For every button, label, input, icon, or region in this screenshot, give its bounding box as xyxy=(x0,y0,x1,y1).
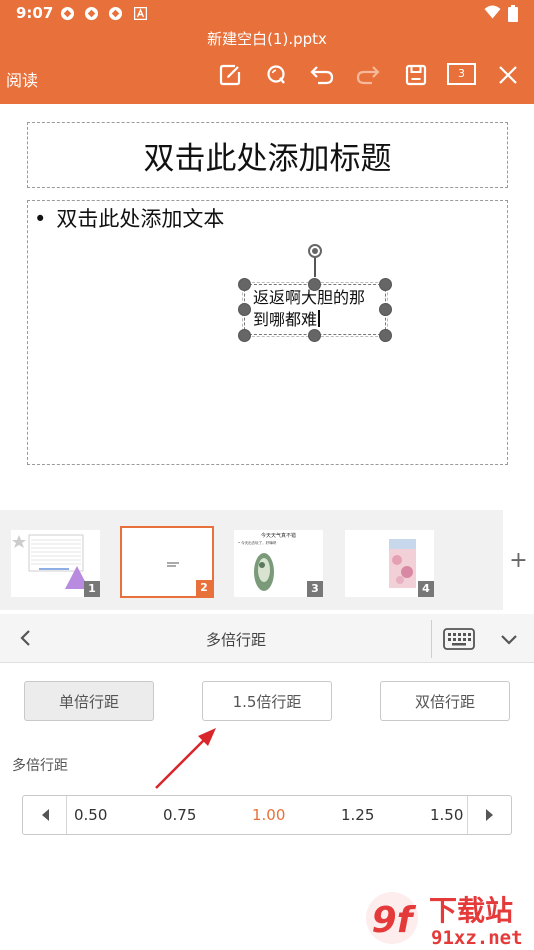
single-spacing-button[interactable]: 单倍行距 xyxy=(24,681,154,721)
save-button[interactable] xyxy=(402,62,430,88)
slide-number: 3 xyxy=(307,581,323,597)
picker-value[interactable]: 0.75 xyxy=(163,806,196,824)
triangle-right-icon xyxy=(485,809,493,821)
save-icon xyxy=(405,64,427,86)
annotation-arrow xyxy=(155,728,216,789)
picker-prev-button[interactable] xyxy=(23,796,67,834)
selected-textbox[interactable]: 返返啊大胆的那 到哪都难 xyxy=(242,282,388,337)
svg-text:9f: 9f xyxy=(372,900,417,941)
notification-app-icon xyxy=(84,6,99,21)
battery-icon xyxy=(508,5,518,22)
notification-app-icon xyxy=(60,6,75,21)
picker-value[interactable]: 1.25 xyxy=(341,806,374,824)
body-placeholder-text: 双击此处添加文本 xyxy=(56,207,225,231)
watermark-logo: 9f 下载站 91xz.net xyxy=(366,892,523,949)
notification-a-icon xyxy=(134,7,147,20)
spacing-value-picker: 0.50 0.75 1.00 1.25 1.50 xyxy=(22,795,512,835)
resize-handle-top-right[interactable] xyxy=(379,278,392,291)
close-button[interactable] xyxy=(494,62,522,88)
slide-canvas[interactable]: 双击此处添加标题 • 双击此处添加文本 返返啊大胆的那 到哪都难 xyxy=(0,104,534,506)
body-placeholder-line: • 双击此处添加文本 xyxy=(34,203,224,233)
status-bar: 9:07 xyxy=(0,0,534,28)
title-placeholder[interactable]: 双击此处添加标题 xyxy=(27,122,508,188)
chevron-down-icon[interactable] xyxy=(498,628,520,650)
close-icon xyxy=(499,66,517,84)
redo-icon xyxy=(356,66,380,85)
bullet-mark: • xyxy=(34,207,47,231)
slide-thumbnail[interactable]: 4 xyxy=(345,530,434,597)
double-spacing-button[interactable]: 双倍行距 xyxy=(380,681,510,721)
edit-icon xyxy=(219,64,241,86)
resize-handle-bottom-left[interactable] xyxy=(238,329,251,342)
slide-thumbnail[interactable]: 今天天气真不错 • 今天出去玩了，好嗨呀 3 xyxy=(234,530,323,597)
section-label: 多倍行距 xyxy=(12,758,68,774)
search-button[interactable] xyxy=(262,62,290,88)
slide-number: 2 xyxy=(196,580,212,596)
panel-title: 多倍行距 xyxy=(205,631,266,649)
picker-value[interactable]: 1.50 xyxy=(430,806,463,824)
svg-text:下载站: 下载站 xyxy=(429,894,513,927)
read-mode-button[interactable]: 阅读 xyxy=(6,67,38,91)
one-half-spacing-button[interactable]: 1.5倍行距 xyxy=(202,681,332,721)
undo-icon xyxy=(310,66,334,85)
resize-handle-left[interactable] xyxy=(238,303,251,316)
svg-text:91xz.net: 91xz.net xyxy=(431,927,523,949)
textbox-line-2: 到哪都难 xyxy=(253,309,365,331)
keyboard-icon[interactable] xyxy=(443,628,475,650)
textbox-line-2-text: 到哪都难 xyxy=(253,310,318,329)
edit-button[interactable] xyxy=(216,62,244,88)
resize-handle-top-left[interactable] xyxy=(238,278,251,291)
picker-value[interactable]: 0.50 xyxy=(74,806,107,824)
triangle-left-icon xyxy=(41,809,49,821)
slide-number: 1 xyxy=(84,581,100,597)
page-count-button[interactable]: 3 xyxy=(447,63,476,85)
undo-button[interactable] xyxy=(308,62,336,88)
divider xyxy=(431,620,432,658)
resize-handle-bottom-right[interactable] xyxy=(379,329,392,342)
text-caret xyxy=(318,310,320,327)
slide-thumbnail[interactable]: 1 xyxy=(11,530,100,597)
title-placeholder-text: 双击此处添加标题 xyxy=(143,140,392,177)
redo-button[interactable] xyxy=(354,62,382,88)
notification-app-icon xyxy=(108,6,123,21)
document-title: 新建空白(1).pptx xyxy=(207,30,327,48)
status-time: 9:07 xyxy=(16,4,54,22)
add-slide-button[interactable]: + xyxy=(503,510,534,610)
rotation-handle[interactable] xyxy=(308,244,322,258)
textbox-line-1: 返返啊大胆的那 xyxy=(253,288,366,307)
slide-thumbnail-selected[interactable]: 2 xyxy=(120,526,214,598)
wifi-icon xyxy=(484,5,501,19)
textbox-text[interactable]: 返返啊大胆的那 到哪都难 xyxy=(253,287,365,331)
panel-header: 多倍行距 xyxy=(0,614,534,663)
rotation-connector xyxy=(314,256,316,277)
resize-handle-right[interactable] xyxy=(379,303,392,316)
picker-value-selected[interactable]: 1.00 xyxy=(252,806,285,824)
resize-handle-top[interactable] xyxy=(308,278,321,291)
search-icon xyxy=(267,65,285,84)
picker-next-button[interactable] xyxy=(467,796,511,834)
slide-thumbnail-strip: 1 2 今天天气真不错 • 今天出去玩了，好嗨呀 3 4 + xyxy=(0,510,534,610)
app-header: 9:07 新建空白(1).pptx 阅读 3 xyxy=(0,0,534,104)
resize-handle-bottom[interactable] xyxy=(308,329,321,342)
slide-number: 4 xyxy=(418,581,434,597)
